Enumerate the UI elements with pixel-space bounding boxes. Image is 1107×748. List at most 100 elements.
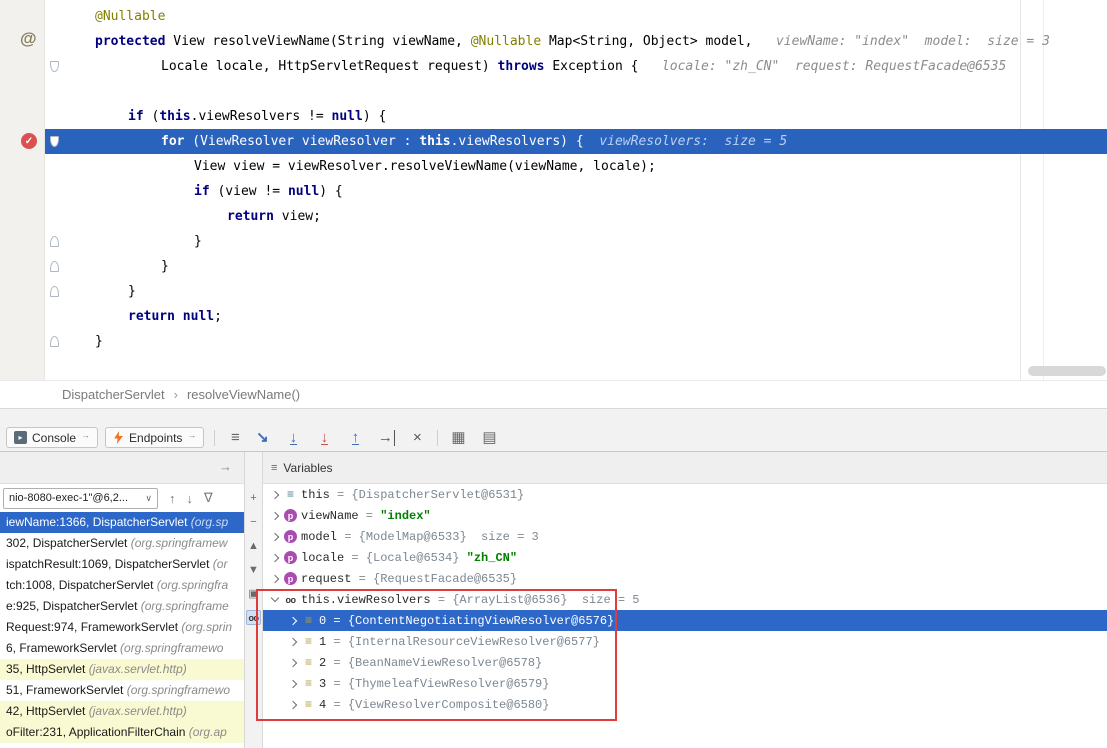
code-line[interactable]: return null; — [0, 304, 1107, 329]
mute-breakpoints-glyph: × — [413, 430, 422, 446]
frame-location: 6, FrameworkServlet — [6, 641, 120, 655]
next-frame-icon[interactable]: ↓ — [187, 491, 194, 506]
expand-chevron-icon[interactable] — [269, 531, 281, 543]
code-line[interactable]: } — [0, 254, 1107, 279]
debug-actions-group-2: ↘ ↓ ↓ ↑ → × — [252, 430, 427, 446]
code-line[interactable]: Locale locale, HttpServletRequest reques… — [0, 54, 1107, 79]
variable-row[interactable]: ≡1 = {InternalResourceViewResolver@6577} — [263, 631, 1107, 652]
thread-selector[interactable]: nio-8080-exec-1"@6,2... ∨ — [3, 488, 158, 509]
execution-line[interactable]: for (ViewResolver viewResolver : this.vi… — [0, 129, 1107, 154]
expand-chevron-icon[interactable] — [269, 510, 281, 522]
code-line[interactable]: View view = viewResolver.resolveViewName… — [0, 154, 1107, 179]
fold-marker-icon[interactable] — [50, 61, 59, 72]
expand-chevron-icon[interactable] — [269, 552, 281, 564]
step-over-icon[interactable]: ↓ — [283, 430, 303, 446]
frame-row[interactable]: iewName:1366, DispatcherServlet (org.sp — [0, 512, 244, 533]
add-watch-icon[interactable]: + — [246, 490, 261, 505]
show-execution-point-icon[interactable]: ↘ — [252, 430, 272, 446]
expand-chevron-icon[interactable] — [269, 573, 281, 585]
code-editor[interactable]: @Nullableprotected View resolveViewName(… — [0, 0, 1107, 380]
restore-layout-glyph: ≡ — [231, 430, 240, 446]
fold-markers — [0, 0, 70, 380]
move-watch-up-icon[interactable]: ▲ — [246, 538, 261, 553]
fold-marker-icon[interactable] — [50, 136, 59, 147]
endpoints-icon — [113, 431, 124, 444]
view-as-grid-icon[interactable]: ▦ — [448, 430, 468, 446]
code-line[interactable]: } — [0, 279, 1107, 304]
pin-icon[interactable]: → — [219, 459, 232, 474]
frame-row[interactable]: tch:1008, DispatcherServlet (org.springf… — [0, 575, 244, 596]
frame-row[interactable]: Request:974, FrameworkServlet (org.sprin — [0, 617, 244, 638]
duplicate-watch-icon[interactable]: ▣ — [246, 586, 261, 601]
layout-settings-glyph: ▤ — [482, 430, 496, 446]
frame-location: 42, HttpServlet — [6, 704, 89, 718]
restore-layout-icon[interactable]: ≡ — [225, 430, 245, 446]
expand-chevron-icon[interactable] — [287, 678, 299, 690]
breadcrumb-item-method[interactable]: resolveViewName() — [187, 387, 300, 402]
expand-chevron-icon[interactable] — [287, 699, 299, 711]
horizontal-scrollbar-thumb[interactable] — [1028, 366, 1106, 376]
previous-frame-icon[interactable]: ↑ — [169, 491, 176, 506]
frame-row[interactable]: e:925, DispatcherServlet (org.springfram… — [0, 596, 244, 617]
variable-row[interactable]: ≡3 = {ThymeleafViewResolver@6579} — [263, 673, 1107, 694]
variable-row[interactable]: pviewName = "index" — [263, 505, 1107, 526]
mute-breakpoints-icon[interactable]: × — [407, 430, 427, 446]
variable-row[interactable]: prequest = {RequestFacade@6535} — [263, 568, 1107, 589]
variable-row[interactable]: ≡2 = {BeanNameViewResolver@6578} — [263, 652, 1107, 673]
element-icon: ≡ — [301, 698, 316, 712]
remove-watch-icon[interactable]: − — [246, 514, 261, 529]
expand-chevron-icon[interactable] — [287, 615, 299, 627]
frame-row[interactable]: 51, FrameworkServlet (org.springframewo — [0, 680, 244, 701]
intellij-debugger-window: @Nullableprotected View resolveViewName(… — [0, 0, 1107, 748]
code-line[interactable]: if (view != null) { — [0, 179, 1107, 204]
filter-frames-icon[interactable]: ∇ — [204, 490, 213, 506]
variable-row[interactable]: pmodel = {ModelMap@6533} size = 3 — [263, 526, 1107, 547]
expand-chevron-icon[interactable] — [269, 489, 281, 501]
frame-location: oFilter:231, ApplicationFilterChain — [6, 725, 189, 739]
expand-chevron-icon[interactable] — [287, 636, 299, 648]
expand-chevron-icon[interactable] — [287, 657, 299, 669]
parameter-icon: p — [284, 572, 297, 585]
code-line[interactable]: protected View resolveViewName(String vi… — [0, 29, 1107, 54]
frame-row[interactable]: 302, DispatcherServlet (org.springframew — [0, 533, 244, 554]
variable-row[interactable]: oothis.viewResolvers = {ArrayList@6536} … — [263, 589, 1107, 610]
variable-row[interactable]: ≡0 = {ContentNegotiatingViewResolver@657… — [263, 610, 1107, 631]
show-execution-point-glyph: ↘ — [256, 430, 269, 446]
step-out-icon[interactable]: ↑ — [345, 430, 365, 446]
variable-row[interactable]: ≡4 = {ViewResolverComposite@6580} — [263, 694, 1107, 715]
equals-sign: = — [326, 677, 348, 691]
variable-name: locale — [301, 551, 344, 565]
code-line[interactable]: @Nullable — [0, 4, 1107, 29]
frame-package: (org.sp — [191, 515, 228, 529]
code-line[interactable]: if (this.viewResolvers != null) { — [0, 104, 1107, 129]
equals-sign: = — [359, 509, 381, 523]
fold-marker-icon[interactable] — [50, 261, 59, 272]
code-line[interactable]: return view; — [0, 204, 1107, 229]
variable-name: model — [301, 530, 337, 544]
fold-marker-icon[interactable] — [50, 236, 59, 247]
move-watch-down-icon[interactable]: ▼ — [246, 562, 261, 577]
code-token: for — [161, 134, 184, 149]
breadcrumb-item-class[interactable]: DispatcherServlet — [62, 387, 165, 402]
layout-settings-icon[interactable]: ▤ — [479, 430, 499, 446]
show-watches-icon[interactable]: oo — [246, 610, 261, 625]
expand-chevron-icon[interactable] — [269, 594, 281, 606]
variable-row[interactable]: plocale = {Locale@6534} "zh_CN" — [263, 547, 1107, 568]
code-token: (ViewResolver viewResolver : — [184, 134, 419, 149]
console-tab[interactable]: ▸ Console → — [6, 427, 98, 448]
frame-location: 302, DispatcherServlet — [6, 536, 131, 550]
fold-marker-icon[interactable] — [50, 286, 59, 297]
code-line[interactable] — [0, 79, 1107, 104]
frame-row[interactable]: oFilter:231, ApplicationFilterChain (org… — [0, 722, 244, 743]
endpoints-tab[interactable]: Endpoints → — [105, 427, 204, 448]
frame-row[interactable]: 35, HttpServlet (javax.servlet.http) — [0, 659, 244, 680]
run-to-cursor-icon[interactable]: → — [376, 430, 396, 446]
code-line[interactable]: } — [0, 229, 1107, 254]
frame-row[interactable]: 42, HttpServlet (javax.servlet.http) — [0, 701, 244, 722]
fold-marker-icon[interactable] — [50, 336, 59, 347]
force-step-into-icon[interactable]: ↓ — [314, 430, 334, 446]
variable-row[interactable]: ≡this = {DispatcherServlet@6531} — [263, 484, 1107, 505]
frame-row[interactable]: 6, FrameworkServlet (org.springframewo — [0, 638, 244, 659]
code-line[interactable]: } — [0, 329, 1107, 354]
frame-row[interactable]: ispatchResult:1069, DispatcherServlet (o… — [0, 554, 244, 575]
